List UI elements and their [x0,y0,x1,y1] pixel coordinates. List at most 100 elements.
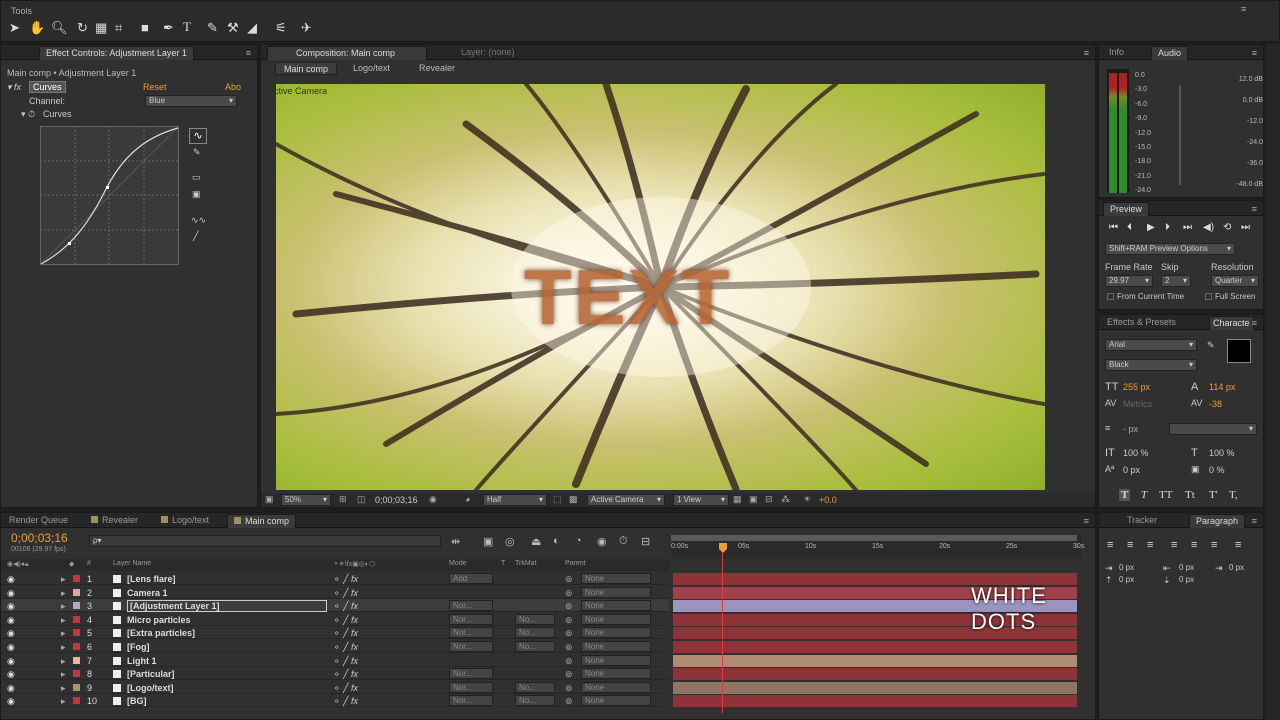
first-frame-icon[interactable]: ⏮ [1109,222,1118,233]
eye-icon[interactable]: ◉ [7,574,15,585]
layer-name[interactable]: Light 1 [127,656,157,666]
camera-view-dropdown[interactable]: Active Camera ▾ [587,494,665,506]
label-color-swatch[interactable] [73,670,80,678]
mode-dropdown[interactable]: Nor... [449,613,493,625]
exposure-icon[interactable]: ☀ [803,494,811,505]
twirl-icon[interactable]: ▸ [61,696,66,707]
smooth-icon[interactable]: ∿∿ [191,215,206,226]
layer-row[interactable]: ◉ ▸ 5 [Extra particles] ⚬ ╱ fx Nor... No... ⊚ No… [1,626,669,640]
trkmat-dropdown[interactable]: No... [515,627,555,639]
layer-name[interactable]: [Fog] [127,642,150,652]
label-color-swatch[interactable] [73,575,80,582]
tracking-value[interactable]: -38 [1209,399,1222,409]
loop-icon[interactable]: ⟲ [1223,222,1231,233]
flow-item-logo-text[interactable]: Logo/text [353,63,390,73]
mode-dropdown[interactable]: Nor... [449,641,493,652]
last-frame-icon[interactable]: ⏭ [1183,222,1192,233]
panel-menu-icon[interactable]: ≡ [1252,318,1257,328]
layer-switches[interactable]: ⚬ ╱ fx [333,669,358,680]
shy-layers-icon[interactable]: ◎ [505,535,515,548]
draft-3d-icon[interactable]: ▣ [483,535,493,548]
tsume-value[interactable]: 0 % [1209,465,1225,475]
fast-preview-icon[interactable]: ▣ [749,494,758,505]
twirl-icon[interactable]: ▸ [61,615,66,626]
label-color-swatch[interactable] [73,643,80,650]
layer-name[interactable]: [BG] [127,696,147,706]
layer-name[interactable]: Micro particles [127,615,191,625]
layer-switches[interactable]: ⚬ ╱ fx [333,601,358,612]
comp-mini-flowchart-icon[interactable]: ⇹ [451,535,460,548]
work-area-bar[interactable] [671,535,1077,541]
curves-graph[interactable] [40,126,180,266]
trkmat-dropdown[interactable]: No... [515,641,555,652]
justify-all-icon[interactable]: ≡ [1235,539,1241,551]
toggle-pixel-icon[interactable]: ▦ [733,494,742,505]
justify-right-icon[interactable]: ≡ [1211,539,1217,551]
timeline-search-input[interactable]: ρ▾ [89,535,441,547]
twirl-icon[interactable]: ▸ [61,683,66,694]
fill-color-swatch[interactable] [1227,339,1251,363]
eye-icon[interactable]: ◉ [7,683,15,694]
parent-dropdown[interactable]: None [581,573,651,584]
trkmat-dropdown[interactable]: No... [515,613,555,625]
reset-curve-icon[interactable]: ╱ [193,231,198,242]
flow-item-revealer[interactable]: Revealer [419,63,455,73]
mode-dropdown[interactable]: Nor... [449,695,493,707]
parent-dropdown[interactable]: None [581,586,651,598]
tab-info[interactable]: Info [1109,47,1124,57]
tab-logo-text[interactable]: Logo/text [161,515,209,525]
panel-menu-icon[interactable]: ≡ [1084,516,1089,526]
eye-icon[interactable]: ◉ [7,615,15,626]
from-current-checkbox[interactable] [1107,293,1114,300]
panel-menu-icon[interactable]: ≡ [1241,4,1246,14]
hand-tool-icon[interactable]: ✋ [29,20,45,36]
ram-preview-options-dropdown[interactable]: Shift+RAM Preview Options ▾ [1105,243,1235,255]
exposure-value[interactable]: +0.0 [819,495,837,505]
kerning-value[interactable]: Metrics [1123,399,1152,409]
pan-behind-tool-icon[interactable]: ⌗ [115,20,122,36]
mode-dropdown[interactable]: Nor... [449,600,493,612]
play-icon[interactable]: ▶ [1147,222,1155,233]
justify-left-icon[interactable]: ≡ [1171,539,1177,551]
baseline-value[interactable]: 0 px [1123,465,1140,475]
trkmat-dropdown[interactable]: No... [515,681,555,693]
layer-switches[interactable]: ⚬ ╱ fx [333,615,358,626]
timeline-icon[interactable]: ⊟ [765,494,773,505]
twirl-icon[interactable]: ▸ [61,628,66,639]
eyedropper-icon[interactable]: ✎ [1207,340,1215,351]
transparency-grid-icon[interactable]: ▩ [569,494,578,505]
indent-right-value[interactable]: 0 px [1179,563,1194,572]
tab-effect-controls[interactable]: Effect Controls: Adjustment Layer 1 [39,46,194,60]
region-of-interest-icon[interactable]: ⬚ [553,494,562,505]
tab-revealer[interactable]: Revealer [91,515,138,525]
curves-twirl[interactable]: ▾ ⏱ [21,109,35,120]
mode-dropdown[interactable]: Nor... [449,668,493,680]
mask-icon[interactable]: ◫ [357,494,366,505]
pen-tool-icon[interactable]: ✒ [163,20,174,36]
composition-viewer[interactable]: Active Camera TEXT [276,84,1045,490]
tab-composition[interactable]: Composition: Main comp [267,46,427,60]
label-color-swatch[interactable] [73,683,80,691]
layer-switches[interactable]: ⚬ ╱ fx [333,683,358,694]
label-color-swatch[interactable] [73,697,80,705]
panel-menu-icon[interactable]: ≡ [1252,516,1257,526]
small-caps-button[interactable]: Tt [1185,489,1195,501]
auto-keyframe-icon[interactable]: ⏱ [619,535,628,548]
layer-duration-bar[interactable] [673,641,1077,653]
align-left-icon[interactable]: ≡ [1107,539,1113,551]
tab-character[interactable]: Characte [1209,316,1254,330]
camera-tool-icon[interactable]: ▦ [95,20,107,36]
layer-row[interactable]: ◉ ▸ 4 Micro particles ⚬ ╱ fx Nor... No... ⊚ None [1,613,669,626]
all-caps-button[interactable]: TT [1159,489,1172,501]
views-dropdown[interactable]: 1 View ▾ [673,494,729,506]
layer-row[interactable]: ◉ ▸ 7 Light 1 ⚬ ╱ fx ⊚ None [1,654,669,667]
layer-row[interactable]: ◉ ▸ 3 [Adjustment Layer 1] ⚬ ╱ fx Nor... ⊚ None [1,599,669,613]
layer-switches[interactable]: ⚬ ╱ fx [333,588,358,599]
parent-dropdown[interactable]: None [581,641,651,652]
panel-menu-icon[interactable]: ≡ [1252,204,1257,214]
layer-name[interactable]: [Extra particles] [127,628,195,638]
mode-dropdown[interactable]: Nor... [449,627,493,639]
resolution-preview-dropdown[interactable]: Quarter ▾ [1211,275,1259,287]
twirl-icon[interactable]: ▸ [61,642,66,653]
open-icon[interactable]: ▭ [192,172,201,183]
